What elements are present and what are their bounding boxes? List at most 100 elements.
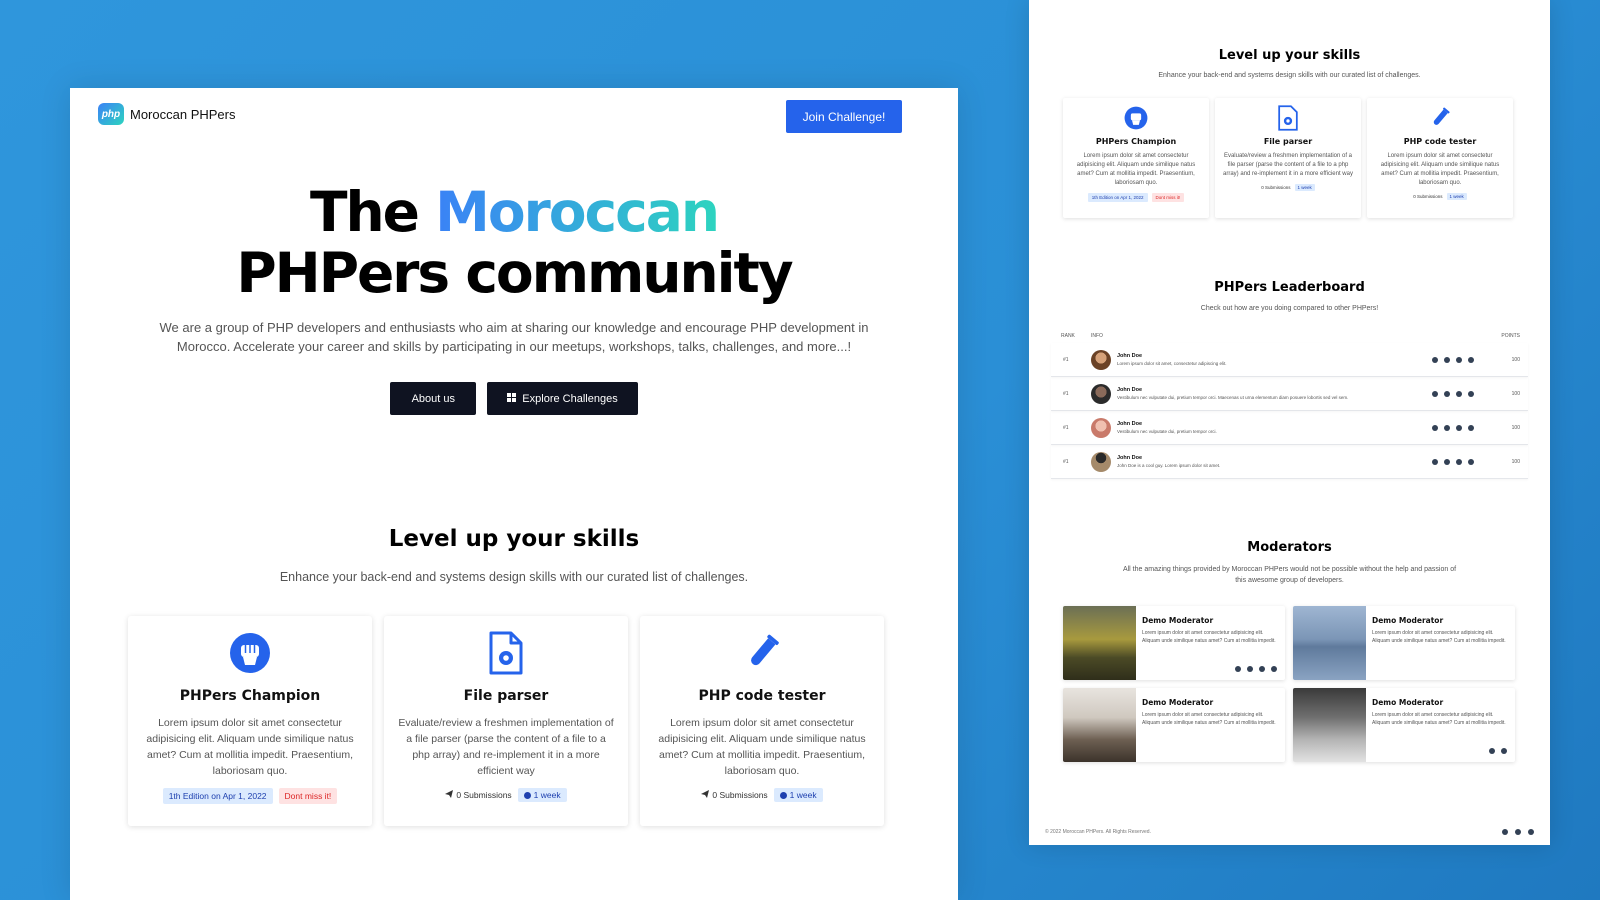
table-row[interactable]: #1 John Doe Vestibulum nec vulputate dui… xyxy=(1051,411,1528,445)
moderator-info: Demo Moderator Lorem ipsum dolor sit ame… xyxy=(1136,688,1285,762)
paper-plane-icon xyxy=(445,790,454,800)
twitter-icon[interactable] xyxy=(1468,390,1474,397)
twitter-icon[interactable] xyxy=(1259,666,1265,672)
github-icon[interactable] xyxy=(1432,424,1438,431)
twitter-icon[interactable] xyxy=(1468,424,1474,431)
submissions-label: 0 Submissions xyxy=(1413,194,1443,199)
grid-icon xyxy=(507,392,517,405)
rank-column-header: RANK xyxy=(1061,333,1075,339)
fist-icon xyxy=(1123,104,1149,132)
card-description: Lorem ipsum dolor sit amet consectetur a… xyxy=(1076,153,1196,186)
footer: © 2022 Moroccan PHPers. All Rights Reser… xyxy=(1045,826,1534,838)
moderator-photo xyxy=(1063,606,1136,680)
table-row[interactable]: #1 John Doe Lorem ipsum dolor sit amet, … xyxy=(1051,343,1528,377)
moon-icon[interactable] xyxy=(916,109,930,123)
social-links xyxy=(1489,748,1507,754)
explore-challenges-button[interactable]: Explore Challenges xyxy=(487,382,638,415)
social-links xyxy=(1432,356,1474,363)
leaderboard-subtitle: Check out how are you doing compared to … xyxy=(1200,305,1379,312)
github-icon[interactable] xyxy=(1456,390,1462,397)
duration-badge: 1 week xyxy=(1294,184,1315,191)
card-meta: 0 Submissions 1 week xyxy=(445,788,567,802)
moderator-card[interactable]: Demo Moderator Lorem ipsum dolor sit ame… xyxy=(1293,688,1515,762)
full-page-preview: Level up your skills Enhance your back-e… xyxy=(1029,0,1550,845)
user-name: John Doe xyxy=(1117,455,1143,461)
moderator-info: Demo Moderator Lorem ipsum dolor sit ame… xyxy=(1136,606,1285,680)
facebook-icon[interactable] xyxy=(1502,829,1508,835)
about-us-button[interactable]: About us xyxy=(390,382,477,415)
preview-card-file-parser[interactable]: File parser Evaluate/review a freshmen i… xyxy=(1215,98,1361,218)
moderator-photo xyxy=(1293,606,1366,680)
github-icon[interactable] xyxy=(1235,666,1241,672)
user-info: John Doe Lorem ipsum dolor sit amet, con… xyxy=(1111,353,1432,366)
preview-card-phpers-champion[interactable]: PHPers Champion Lorem ipsum dolor sit am… xyxy=(1063,98,1209,218)
social-links xyxy=(1432,458,1474,465)
avatar xyxy=(1091,451,1111,472)
duration-label: 1 week xyxy=(533,790,561,800)
moderator-bio: Lorem ipsum dolor sit amet consectetur a… xyxy=(1142,712,1276,726)
dont-miss-badge: Dont miss it! xyxy=(278,788,338,804)
moderator-card[interactable]: Demo Moderator Lorem ipsum dolor sit ame… xyxy=(1063,688,1285,762)
hero-description: We are a group of PHP developers and ent… xyxy=(159,320,869,354)
github-icon[interactable] xyxy=(1456,458,1462,465)
card-description: Lorem ipsum dolor sit amet consectetur a… xyxy=(658,717,866,777)
twitter-icon[interactable] xyxy=(1444,458,1450,465)
dont-miss-badge: Dont miss it! xyxy=(1151,193,1185,202)
user-name: John Doe xyxy=(1117,387,1143,393)
table-row[interactable]: #1 John Doe Vestibulum nec vulputate dui… xyxy=(1051,377,1528,411)
hero-title-part2: PHPers community xyxy=(236,241,793,305)
clock-icon xyxy=(779,791,787,799)
card-meta: 0 Submissions 1 week xyxy=(1413,193,1467,200)
fist-icon xyxy=(229,630,271,676)
paper-plane-icon xyxy=(701,790,710,800)
github-icon[interactable] xyxy=(1456,356,1462,363)
moderator-name: Demo Moderator xyxy=(1142,616,1214,625)
join-challenge-button[interactable]: Join Challenge! xyxy=(786,100,902,133)
challenge-card-file-parser[interactable]: File parser Evaluate/review a freshmen i… xyxy=(384,616,628,826)
user-name: John Doe xyxy=(1117,421,1143,427)
twitter-icon[interactable] xyxy=(1468,356,1474,363)
points-cell: 100 xyxy=(1511,356,1520,363)
github-icon[interactable] xyxy=(1432,458,1438,465)
submissions-label: 0 Submissions xyxy=(712,790,768,800)
twitter-icon[interactable] xyxy=(1468,458,1474,465)
twitter-icon[interactable] xyxy=(1444,356,1450,363)
moderator-bio: Lorem ipsum dolor sit amet consectetur a… xyxy=(1372,630,1506,644)
twitter-icon[interactable] xyxy=(1444,424,1450,431)
github-icon[interactable] xyxy=(1432,390,1438,397)
user-name: John Doe xyxy=(1117,353,1143,359)
submissions-count: 0 Submissions xyxy=(701,790,768,800)
moderators-grid: Demo Moderator Lorem ipsum dolor sit ame… xyxy=(1063,606,1515,762)
twitter-icon[interactable] xyxy=(1444,390,1450,397)
twitter-icon[interactable] xyxy=(1501,748,1507,754)
brand-logo[interactable]: php Moroccan PHPers xyxy=(98,103,235,125)
twitter-icon[interactable] xyxy=(1528,829,1534,835)
clock-icon xyxy=(523,791,531,799)
table-row[interactable]: #1 John Doe John Doe is a cool guy. Lore… xyxy=(1051,445,1528,479)
moderator-card[interactable]: Demo Moderator Lorem ipsum dolor sit ame… xyxy=(1293,606,1515,680)
points-cell: 100 xyxy=(1511,458,1520,465)
moderator-card[interactable]: Demo Moderator Lorem ipsum dolor sit ame… xyxy=(1063,606,1285,680)
challenge-card-php-code-tester[interactable]: PHP code tester Lorem ipsum dolor sit am… xyxy=(640,616,884,826)
points-cell: 100 xyxy=(1511,424,1520,431)
github-icon[interactable] xyxy=(1489,748,1495,754)
github-icon[interactable] xyxy=(1456,424,1462,431)
github-icon[interactable] xyxy=(1515,829,1521,835)
facebook-icon[interactable] xyxy=(1247,666,1253,672)
preview-card-php-code-tester[interactable]: PHP code tester Lorem ipsum dolor sit am… xyxy=(1367,98,1513,218)
card-meta: 1th Edition on Apr 1, 2022 Dont miss it! xyxy=(162,788,338,804)
card-meta: 1th Edition on Apr 1, 2022 Dont miss it! xyxy=(1087,193,1185,202)
hero-title-part1: The xyxy=(309,180,436,244)
hero-title: The Moroccan PHPers community xyxy=(70,182,958,304)
social-links xyxy=(1432,424,1474,431)
rank-cell: #1 xyxy=(1063,356,1069,363)
github-icon[interactable] xyxy=(1432,356,1438,363)
instagram-icon[interactable] xyxy=(1271,666,1277,672)
edition-badge: 1th Edition on Apr 1, 2022 xyxy=(1087,193,1148,202)
submissions-label: 0 Submissions xyxy=(1261,185,1291,190)
card-description: Evaluate/review a freshmen implementatio… xyxy=(398,717,614,777)
test-tube-icon xyxy=(1427,104,1453,132)
user-bio: Lorem ipsum dolor sit amet, consectetur … xyxy=(1117,361,1227,366)
user-info: John Doe Vestibulum nec vulputate dui, p… xyxy=(1111,387,1432,400)
challenge-card-phpers-champion[interactable]: PHPers Champion Lorem ipsum dolor sit am… xyxy=(128,616,372,826)
